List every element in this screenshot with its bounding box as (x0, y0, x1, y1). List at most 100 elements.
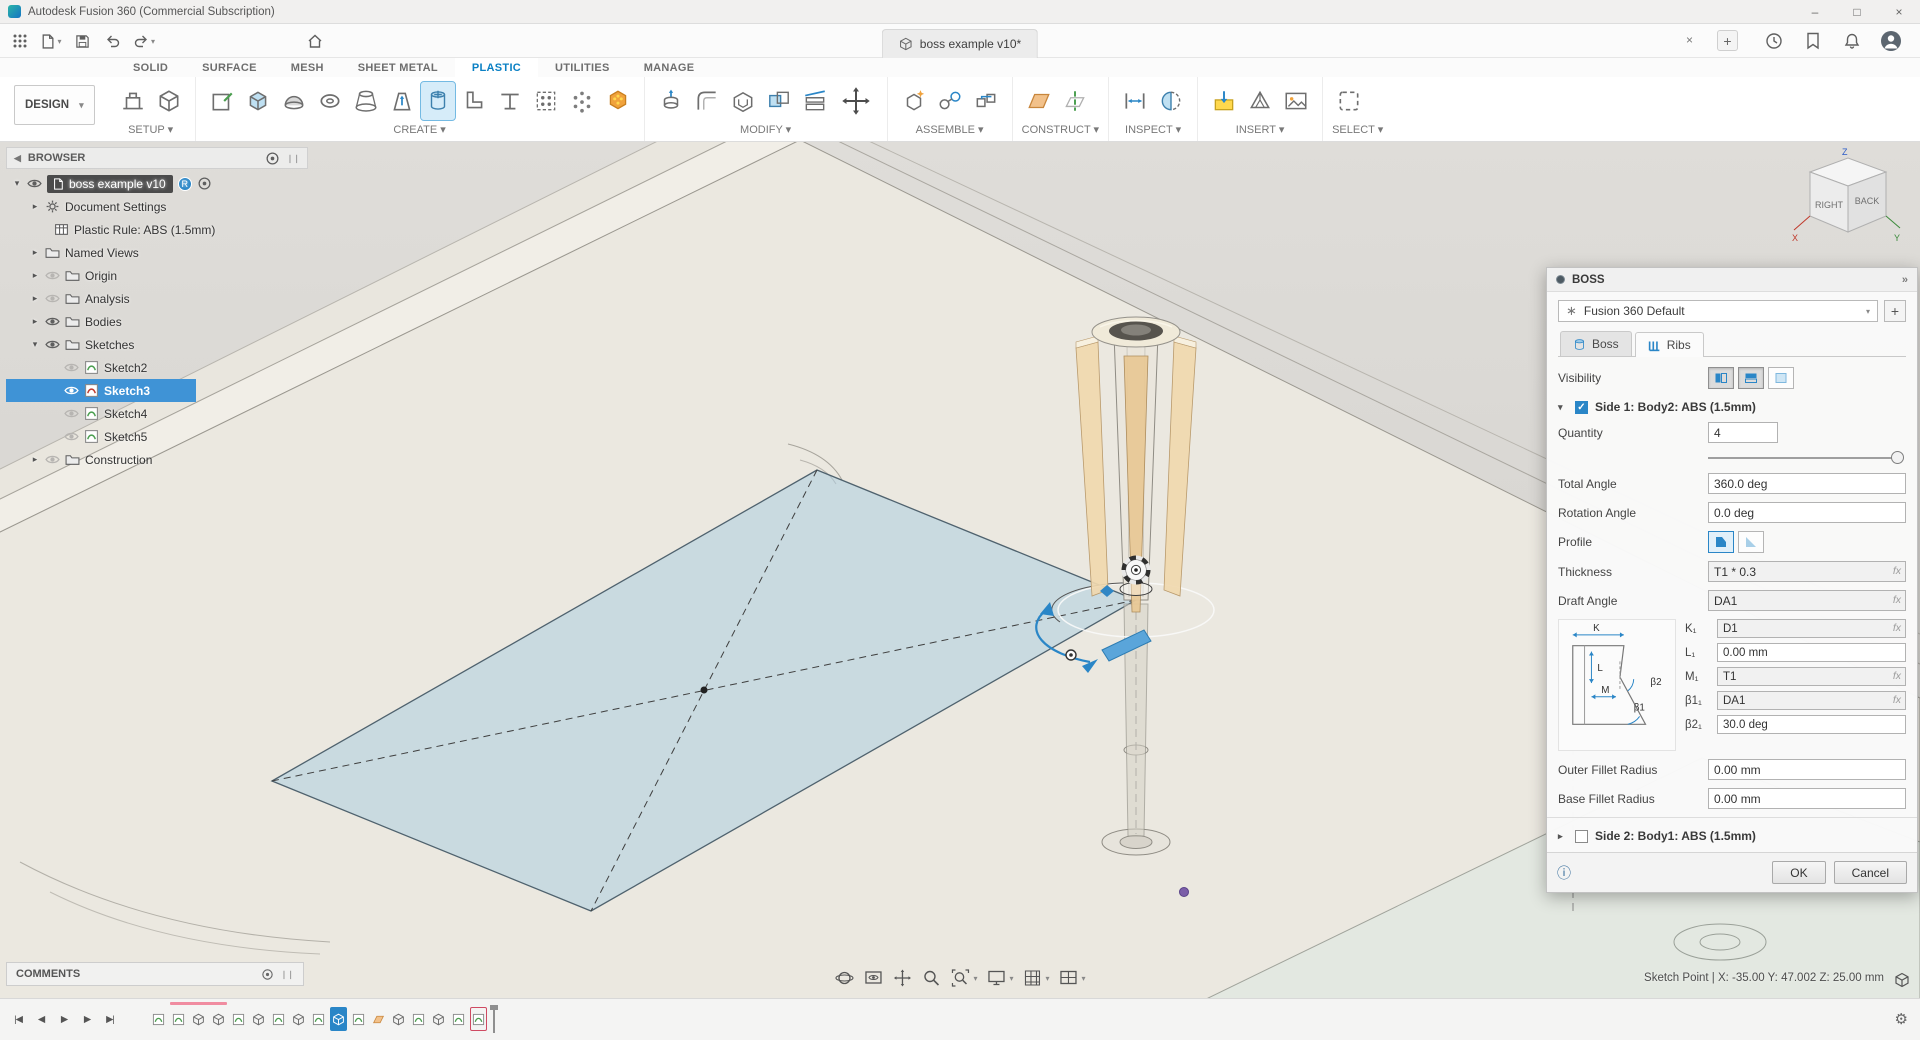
tab-solid[interactable]: SOLID (116, 58, 185, 77)
construction-plane-icon[interactable] (1022, 82, 1056, 120)
timeline-sketch-feature[interactable] (410, 1007, 427, 1031)
tree-item-sketch4[interactable]: Sketch4 (6, 402, 308, 425)
timeline-feature[interactable] (430, 1007, 447, 1031)
rib-icon[interactable] (457, 82, 491, 120)
view-cube[interactable]: RIGHT BACK X Y Z (1786, 146, 1906, 264)
draft-icon[interactable] (385, 82, 419, 120)
visibility-eye-icon[interactable] (64, 383, 79, 398)
loft-icon[interactable] (349, 82, 383, 120)
caret-right-icon[interactable]: ▸ (30, 454, 40, 465)
visibility-eye-icon[interactable] (45, 314, 60, 329)
document-tab[interactable]: boss example v10* (882, 29, 1038, 58)
sync-status-badge[interactable]: R (178, 177, 192, 191)
timeline-sketch-feature[interactable] (450, 1007, 467, 1031)
outer-fillet-input[interactable] (1708, 759, 1906, 780)
shell-icon[interactable] (726, 82, 760, 120)
visibility-eye-icon[interactable] (45, 268, 60, 283)
l-input[interactable] (1717, 643, 1906, 662)
root-document-chip[interactable]: boss example v10 (47, 175, 173, 193)
measure-icon[interactable] (1118, 82, 1152, 120)
k-input[interactable] (1717, 619, 1906, 638)
job-status-icon[interactable] (1761, 28, 1787, 54)
tree-item-sketch3[interactable]: Sketch3 (6, 379, 196, 402)
timeline-sketch-feature[interactable] (230, 1007, 247, 1031)
timeline-sketch-feature[interactable] (310, 1007, 327, 1031)
quantity-input[interactable] (1708, 422, 1778, 443)
visibility-toggle-section[interactable] (1738, 367, 1764, 389)
tree-item-named-views[interactable]: ▸ Named Views (6, 241, 308, 264)
timeline-position-marker[interactable] (493, 1005, 495, 1033)
profile-avatar[interactable] (1878, 28, 1904, 54)
minimize-button[interactable]: – (1794, 0, 1836, 23)
thickness-input[interactable] (1708, 561, 1906, 582)
caret-down-icon[interactable]: ▾ (12, 178, 22, 189)
browser-header[interactable]: ◀ BROWSER ❘❘ (6, 147, 308, 169)
timeline-go-start-button[interactable]: |◀ (8, 1009, 28, 1031)
tree-item-document-settings[interactable]: ▸ Document Settings (6, 195, 308, 218)
tree-item-bodies[interactable]: ▸ Bodies (6, 310, 308, 333)
dialog-collapse-icon[interactable]: » (1902, 274, 1908, 286)
group-label-construct[interactable]: CONSTRUCT ▾ (1022, 123, 1099, 136)
visibility-eye-icon[interactable] (45, 337, 60, 352)
sketch-center-point[interactable] (701, 687, 708, 694)
close-tab-icon[interactable]: × (1686, 33, 1693, 47)
draft-angle-input[interactable] (1708, 590, 1906, 611)
viewports-icon[interactable]: ▾ (1059, 968, 1086, 988)
browser-root-row[interactable]: ▾ boss example v10 R (6, 172, 308, 195)
timeline-feature[interactable] (290, 1007, 307, 1031)
display-settings-icon[interactable]: ▾ (986, 968, 1013, 988)
tab-mesh[interactable]: MESH (274, 58, 341, 77)
caret-right-icon[interactable]: ▸ (30, 270, 40, 281)
tab-surface[interactable]: SURFACE (185, 58, 274, 77)
manufacturing-setup-icon[interactable] (116, 82, 150, 120)
notifications-bell-icon[interactable] (1839, 28, 1865, 54)
data-panel-icon[interactable] (8, 28, 32, 54)
group-label-insert[interactable]: INSERT ▾ (1207, 123, 1313, 136)
visibility-eye-icon[interactable] (27, 176, 42, 191)
tree-item-origin[interactable]: ▸ Origin (6, 264, 308, 287)
timeline-sketch-feature[interactable] (150, 1007, 167, 1031)
caret-down-icon[interactable]: ▾ (1558, 402, 1568, 413)
sketch-point[interactable] (1180, 888, 1189, 897)
quantity-slider[interactable] (1708, 451, 1902, 465)
tab-manage[interactable]: MANAGE (627, 58, 712, 77)
fillet-icon[interactable] (690, 82, 724, 120)
display-settings-icon[interactable] (265, 151, 280, 166)
fit-icon[interactable]: ▾ (950, 968, 977, 988)
new-component-icon[interactable] (897, 82, 931, 120)
close-button[interactable]: × (1878, 0, 1920, 23)
boss-icon[interactable] (421, 82, 455, 120)
side1-checkbox[interactable]: ✓ (1575, 401, 1588, 414)
tab-plastic[interactable]: PLASTIC (455, 58, 538, 77)
sketch-point-widget[interactable] (1120, 558, 1152, 596)
timeline-feature[interactable] (390, 1007, 407, 1031)
caret-right-icon[interactable]: ▸ (1558, 831, 1568, 842)
timeline-step-back-button[interactable]: ◀ (31, 1009, 51, 1031)
preset-dropdown[interactable]: ∗ Fusion 360 Default ▾ (1558, 300, 1878, 322)
select-icon[interactable] (1332, 82, 1366, 120)
selection-filter-icon[interactable] (1894, 972, 1910, 988)
web-icon[interactable] (493, 82, 527, 120)
comment-indicator-icon[interactable] (261, 968, 274, 981)
panel-grip-icon[interactable]: ❘❘ (287, 154, 300, 163)
rotation-angle-input[interactable] (1708, 502, 1906, 523)
home-icon[interactable] (303, 28, 327, 54)
timeline-flagged-feature[interactable] (470, 1007, 487, 1031)
3d-viewport[interactable]: RIGHT BACK X Y Z ◀ BROWSER ❘❘ ▾ (0, 142, 1920, 998)
stock-setup-icon[interactable] (152, 82, 186, 120)
hole-pattern-icon[interactable] (529, 82, 563, 120)
visibility-eye-icon[interactable] (64, 406, 79, 421)
cancel-button[interactable]: Cancel (1834, 861, 1907, 884)
split-body-icon[interactable] (798, 82, 832, 120)
timeline-play-button[interactable]: ▶ (54, 1009, 74, 1031)
group-label-inspect[interactable]: INSPECT ▾ (1118, 123, 1188, 136)
timeline-sketch-feature[interactable] (350, 1007, 367, 1031)
side1-section-header[interactable]: ▾ ✓ Side 1: Body2: ABS (1.5mm) (1558, 400, 1906, 414)
timeline-feature[interactable] (250, 1007, 267, 1031)
b2-input[interactable] (1717, 715, 1906, 734)
rigid-group-icon[interactable] (969, 82, 1003, 120)
timeline-step-forward-button[interactable]: ▶ (77, 1009, 97, 1031)
visibility-eye-icon[interactable] (45, 452, 60, 467)
timeline-go-end-button[interactable]: ▶| (100, 1009, 120, 1031)
group-label-assemble[interactable]: ASSEMBLE ▾ (897, 123, 1003, 136)
